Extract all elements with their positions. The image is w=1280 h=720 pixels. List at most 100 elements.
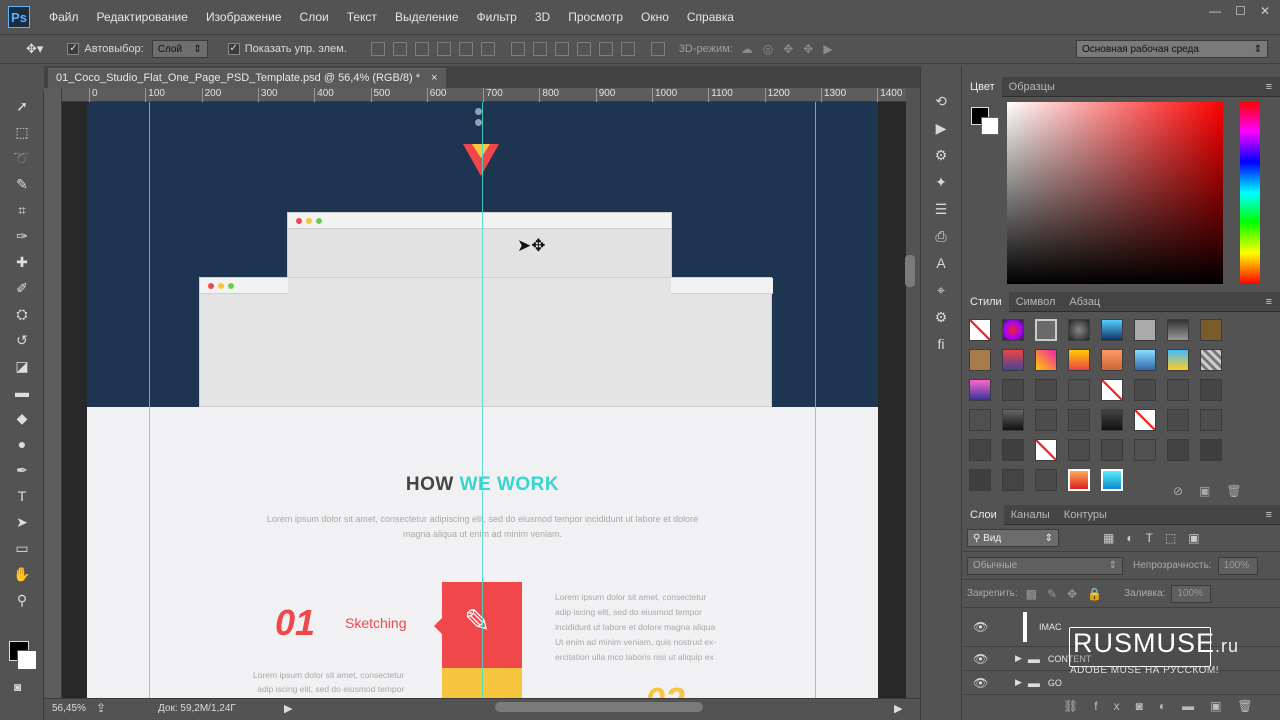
style-swatch[interactable]	[969, 379, 991, 401]
blend-mode-select[interactable]: Обычные ⇕	[967, 556, 1123, 575]
style-swatch-none[interactable]	[969, 319, 991, 341]
align-vcenter-icon[interactable]	[392, 42, 407, 56]
menu-select[interactable]: Выделение	[386, 10, 468, 24]
tab-swatches[interactable]: Образцы	[1002, 77, 1062, 97]
style-swatch[interactable]	[1134, 319, 1157, 341]
menu-file[interactable]: Файл	[40, 10, 88, 24]
opacity-input[interactable]: 100%	[1217, 556, 1258, 575]
style-swatch[interactable]	[969, 439, 991, 461]
distribute-left-icon[interactable]	[576, 42, 591, 56]
gradient-tool-icon[interactable]: ▬	[6, 380, 38, 404]
visibility-eye-icon[interactable]: 👁	[973, 652, 988, 666]
status-menu-arrow-icon[interactable]: ▶	[284, 702, 292, 715]
menu-type[interactable]: Текст	[338, 10, 386, 24]
style-swatch[interactable]	[1200, 379, 1223, 401]
style-swatch[interactable]	[969, 349, 991, 371]
visibility-eye-icon[interactable]: 👁	[973, 620, 988, 634]
type-tool-icon[interactable]: T	[6, 484, 38, 508]
horizontal-scrollbar-thumb[interactable]	[495, 702, 703, 712]
scroll-right-icon[interactable]: ▶	[894, 702, 902, 715]
style-swatch[interactable]	[1134, 439, 1157, 461]
hand-tool-icon[interactable]: ✋	[6, 562, 38, 586]
style-swatch[interactable]	[1134, 349, 1157, 371]
guide-line[interactable]	[482, 102, 483, 698]
close-window-button[interactable]: ✕	[1260, 4, 1270, 18]
canvas-viewport[interactable]: HOW WE WORK Lorem ipsum dolor sit amet, …	[62, 102, 906, 698]
style-swatch[interactable]	[969, 409, 991, 431]
brush-panel-icon[interactable]: ✦	[928, 171, 954, 193]
fill-input[interactable]: 100%	[1171, 584, 1212, 603]
style-swatch[interactable]	[1068, 469, 1091, 491]
background-color-swatch[interactable]	[981, 117, 999, 135]
menu-edit[interactable]: Редактирование	[88, 10, 197, 24]
style-swatch[interactable]	[1068, 379, 1091, 401]
style-swatch[interactable]	[1002, 319, 1025, 341]
history-panel-icon[interactable]: ⟲	[928, 90, 954, 112]
lasso-tool-icon[interactable]: ➰	[6, 146, 38, 170]
zoom-tool-icon[interactable]: ⚲	[6, 588, 38, 612]
adjustments-panel-icon[interactable]: ☰	[928, 198, 954, 220]
expand-arrow-icon[interactable]: ▶	[1015, 677, 1022, 688]
distribute-bottom-icon[interactable]	[554, 42, 569, 56]
style-swatch[interactable]	[1200, 439, 1223, 461]
show-transform-checkbox[interactable]: ✓	[227, 43, 240, 55]
style-swatch[interactable]	[1035, 469, 1058, 491]
style-swatch[interactable]	[1068, 439, 1091, 461]
eraser-tool-icon[interactable]: ◪	[6, 354, 38, 378]
style-swatch[interactable]	[1167, 409, 1190, 431]
style-swatch[interactable]	[1101, 319, 1124, 341]
style-swatch-none[interactable]	[1101, 379, 1124, 401]
visibility-eye-icon[interactable]: 👁	[973, 676, 988, 690]
glyphs-panel-icon[interactable]: ﬁ	[928, 333, 954, 355]
tab-paragraph[interactable]: Абзац	[1062, 292, 1107, 312]
auto-align-icon[interactable]	[650, 42, 665, 56]
menu-filter[interactable]: Фильтр	[468, 10, 526, 24]
style-swatch[interactable]	[1035, 349, 1058, 371]
style-swatch[interactable]	[1002, 409, 1025, 431]
maximize-button[interactable]: ☐	[1235, 4, 1246, 18]
tab-character[interactable]: Символ	[1009, 292, 1063, 312]
lock-icons[interactable]: ▩✎✥🔒	[1026, 587, 1112, 601]
style-swatch[interactable]	[1167, 379, 1190, 401]
history-brush-icon[interactable]: ↺	[6, 328, 38, 352]
tab-paths[interactable]: Контуры	[1057, 505, 1114, 525]
style-swatch[interactable]	[1134, 379, 1157, 401]
hue-slider[interactable]	[1240, 102, 1260, 284]
align-right-icon[interactable]	[480, 42, 495, 56]
style-swatch[interactable]	[1035, 319, 1058, 341]
style-swatch[interactable]	[1167, 439, 1190, 461]
pen-tool-icon[interactable]: ✒	[6, 458, 38, 482]
style-swatch[interactable]	[1101, 439, 1124, 461]
align-top-icon[interactable]	[370, 42, 385, 56]
panel-menu-icon[interactable]: ≡	[1266, 509, 1272, 521]
info-panel-icon[interactable]: ⌖	[928, 279, 954, 301]
brush-tool-icon[interactable]: ✐	[6, 276, 38, 300]
move-tool-icon[interactable]: ✥▾	[26, 41, 43, 57]
clone-source-icon[interactable]: ⎙	[928, 225, 954, 247]
actions-panel-icon[interactable]: ▶	[928, 117, 954, 139]
align-left-icon[interactable]	[436, 42, 451, 56]
distribute-right-icon[interactable]	[620, 42, 635, 56]
quick-mask-icon[interactable]: ◙	[14, 680, 21, 694]
dodge-tool-icon[interactable]: ●	[6, 432, 38, 456]
style-swatch[interactable]	[1035, 379, 1058, 401]
align-bottom-icon[interactable]	[414, 42, 429, 56]
close-tab-icon[interactable]: ×	[431, 72, 437, 84]
healing-tool-icon[interactable]: ✚	[6, 250, 38, 274]
menu-view[interactable]: Просмотр	[559, 10, 632, 24]
style-swatch[interactable]	[1068, 319, 1091, 341]
autoselect-select[interactable]: Слой ⇕	[151, 40, 208, 58]
workspace-select[interactable]: Основная рабочая среда ⇕	[1076, 40, 1268, 58]
move-tool-icon[interactable]: ➚	[6, 94, 38, 118]
guide-line[interactable]	[149, 102, 150, 698]
marquee-tool-icon[interactable]: ⬚	[6, 120, 38, 144]
style-swatch[interactable]	[1068, 349, 1091, 371]
style-swatch[interactable]	[1002, 349, 1025, 371]
autoselect-checkbox[interactable]: ✓	[67, 43, 80, 55]
stamp-tool-icon[interactable]: ⛭	[6, 302, 38, 326]
panel-menu-icon[interactable]: ≡	[1266, 296, 1272, 308]
distribute-hcenter-icon[interactable]	[598, 42, 613, 56]
style-swatch-none[interactable]	[1035, 439, 1058, 461]
style-swatch[interactable]	[1002, 469, 1025, 491]
expand-arrow-icon[interactable]: ▶	[1015, 653, 1022, 664]
